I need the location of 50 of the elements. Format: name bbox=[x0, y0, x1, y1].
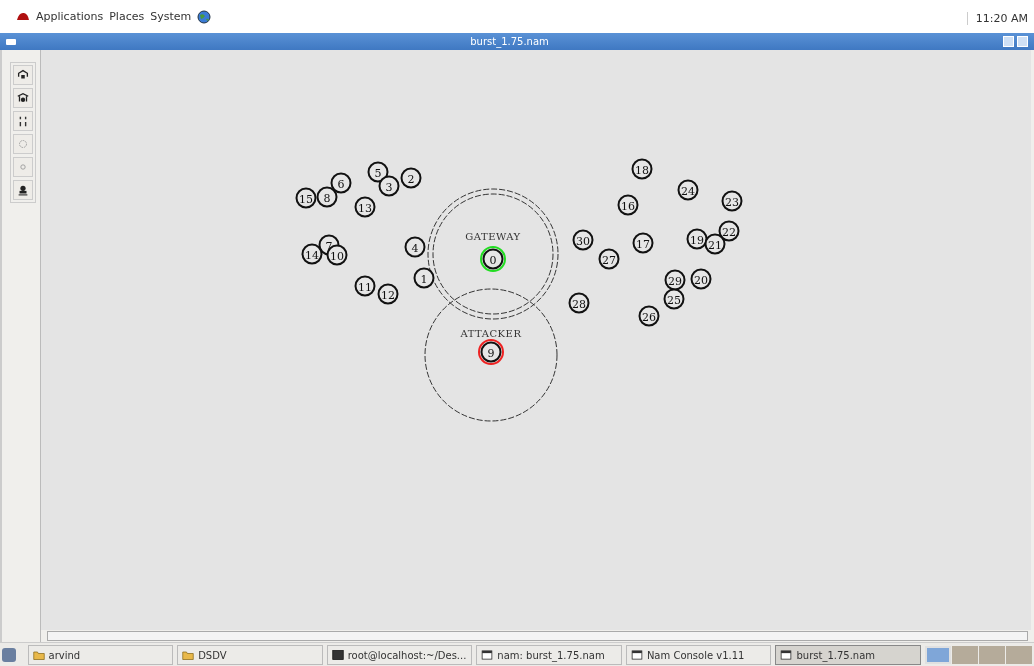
taskbar-button[interactable]: DSDV bbox=[177, 645, 323, 665]
globe-icon[interactable] bbox=[197, 9, 212, 24]
horizontal-scrollbar[interactable] bbox=[47, 631, 1028, 641]
person-icon[interactable] bbox=[13, 180, 33, 200]
network-node[interactable]: 29 bbox=[664, 269, 686, 291]
network-node[interactable]: 11 bbox=[354, 275, 376, 297]
network-node[interactable]: 15 bbox=[295, 187, 317, 209]
network-node[interactable]: 30 bbox=[572, 229, 594, 251]
network-node[interactable]: 4 bbox=[404, 236, 426, 258]
taskbar-button[interactable]: burst_1.75.nam bbox=[775, 645, 922, 665]
network-node[interactable]: 27 bbox=[598, 248, 620, 270]
network-node[interactable]: 1 bbox=[413, 267, 435, 289]
network-node[interactable]: 18 bbox=[631, 158, 653, 180]
grid-icon[interactable] bbox=[13, 111, 33, 131]
terminal-icon bbox=[331, 649, 344, 661]
node-label: GATEWAY bbox=[465, 231, 521, 242]
network-node[interactable]: 12 bbox=[377, 283, 399, 305]
hat-icon[interactable] bbox=[16, 10, 30, 23]
show-desktop-icon[interactable] bbox=[2, 648, 16, 662]
taskbar-button[interactable]: root@localhost:~/Des... bbox=[326, 645, 473, 665]
network-node[interactable]: 2 bbox=[400, 167, 422, 189]
network-node[interactable]: 23 bbox=[721, 190, 743, 212]
window-icon bbox=[481, 649, 494, 661]
network-node[interactable]: 17 bbox=[632, 232, 654, 254]
network-node[interactable]: 20 bbox=[690, 268, 712, 290]
workspace-switcher[interactable] bbox=[925, 646, 1033, 664]
window-icon bbox=[630, 649, 643, 661]
window-title: burst_1.75.nam bbox=[469, 36, 550, 47]
taskbar-button[interactable]: arvind bbox=[27, 645, 174, 665]
network-node[interactable]: 13 bbox=[354, 196, 376, 218]
menu-item[interactable]: System bbox=[150, 10, 192, 23]
taskbar-button[interactable]: nam: burst_1.75.nam bbox=[476, 645, 622, 665]
network-node[interactable]: 26 bbox=[638, 305, 660, 327]
folder-icon bbox=[32, 649, 45, 661]
window-icon bbox=[780, 649, 793, 661]
network-node[interactable]: 25 bbox=[663, 288, 685, 310]
network-node[interactable]: 0 bbox=[480, 246, 506, 272]
network-node[interactable]: 16 bbox=[617, 194, 639, 216]
network-node[interactable]: 9 bbox=[478, 339, 504, 365]
clock[interactable]: 11:20 AM bbox=[966, 12, 1028, 25]
menu-item[interactable]: Applications bbox=[36, 10, 104, 23]
window-menu-icon[interactable] bbox=[6, 38, 16, 45]
menu-item[interactable]: Places bbox=[109, 10, 145, 23]
network-node[interactable]: 14 bbox=[301, 243, 323, 265]
folder-icon bbox=[182, 649, 195, 661]
network-node[interactable]: 28 bbox=[568, 292, 590, 314]
node-label: ATTACKER bbox=[460, 328, 522, 339]
taskbar-button[interactable]: Nam Console v1.11 bbox=[625, 645, 772, 665]
network-node[interactable]: 24 bbox=[677, 179, 699, 201]
network-node[interactable]: 6 bbox=[330, 172, 352, 194]
